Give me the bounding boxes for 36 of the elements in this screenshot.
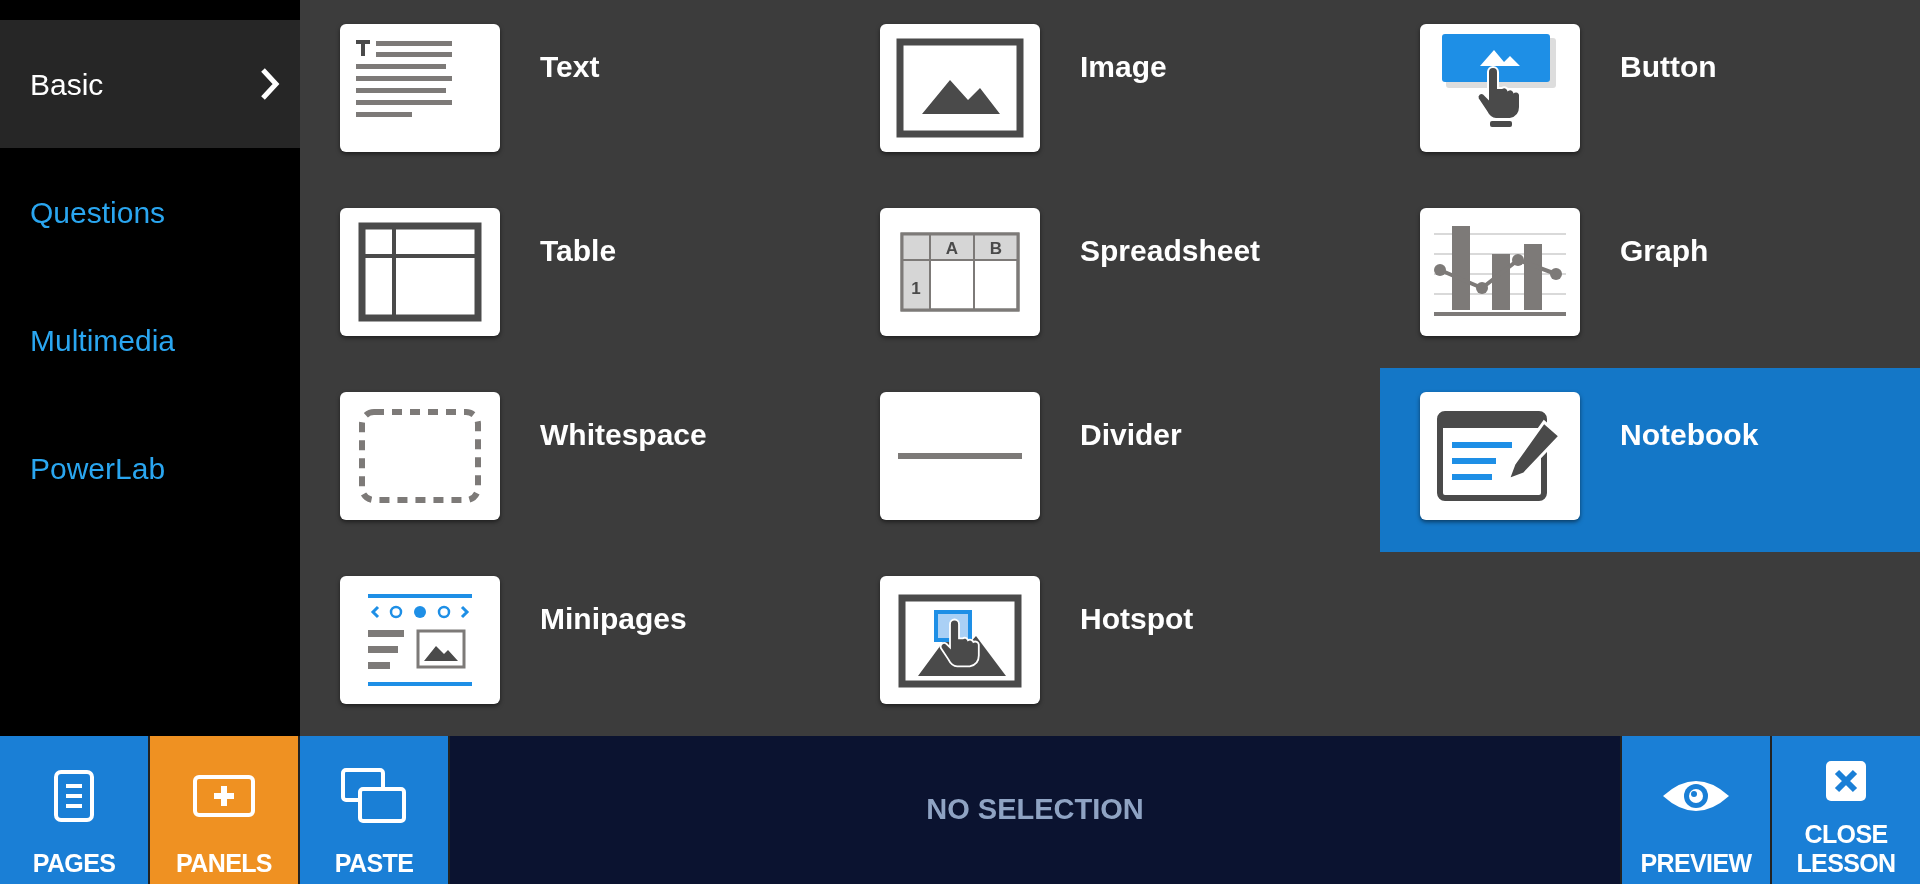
notebook-panel-icon xyxy=(1420,392,1580,520)
paste-button[interactable]: PASTE xyxy=(300,736,448,884)
whitespace-panel-icon xyxy=(340,392,500,520)
panel-option[interactable]: Table xyxy=(300,184,840,368)
panel-option[interactable]: Text xyxy=(300,0,840,184)
panel-option[interactable]: Minipages xyxy=(300,552,840,736)
sidebar-item[interactable]: Multimedia xyxy=(0,276,300,404)
document-icon xyxy=(53,768,95,823)
preview-button[interactable]: PREVIEW xyxy=(1622,736,1770,884)
add-panel-icon xyxy=(192,773,256,818)
minipages-panel-icon xyxy=(340,576,500,704)
panel-option[interactable]: A B 1 Spreadsheet xyxy=(840,184,1380,368)
table-panel-icon xyxy=(340,208,500,336)
text-panel-icon xyxy=(340,24,500,152)
panel-option[interactable]: Button xyxy=(1380,0,1920,184)
spreadsheet-panel-icon: A B 1 xyxy=(880,208,1040,336)
panel-option[interactable]: Whitespace xyxy=(300,368,840,552)
panel-option[interactable]: Notebook xyxy=(1380,368,1920,552)
pages-button[interactable]: PAGES xyxy=(0,736,148,884)
image-panel-icon xyxy=(880,24,1040,152)
hotspot-panel-icon xyxy=(880,576,1040,704)
sidebar-item[interactable]: Questions xyxy=(0,148,300,276)
button-panel-icon xyxy=(1420,24,1580,152)
panel-option[interactable]: Divider xyxy=(840,368,1380,552)
close-icon xyxy=(1826,761,1866,801)
sidebar-item[interactable]: PowerLab xyxy=(0,404,300,532)
close-button[interactable]: CLOSE LESSON xyxy=(1772,736,1920,884)
divider-panel-icon xyxy=(880,392,1040,520)
panel-option[interactable]: Graph xyxy=(1380,184,1920,368)
sidebar-item[interactable]: Basic xyxy=(0,20,300,148)
chevron-right-icon xyxy=(260,67,280,101)
panel-option[interactable]: Hotspot xyxy=(840,552,1380,736)
graph-panel-icon xyxy=(1420,208,1580,336)
selection-status: NO SELECTION xyxy=(926,792,1144,828)
panel-option[interactable]: Image xyxy=(840,0,1380,184)
paste-icon xyxy=(340,766,408,825)
